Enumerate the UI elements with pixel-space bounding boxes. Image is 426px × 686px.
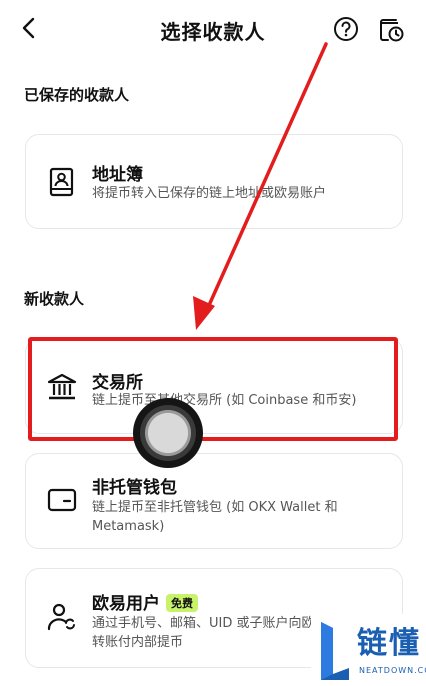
top-nav-bar: 选择收款人 (0, 0, 426, 58)
watermark-text: 链懂 (357, 626, 421, 661)
document-clock-icon[interactable] (377, 15, 405, 43)
address-book-icon (49, 167, 74, 197)
free-badge: 免费 (166, 594, 198, 612)
question-circle-icon[interactable] (333, 16, 359, 42)
address-book-card[interactable]: 地址簿 将提币转入已保存的链上地址或欧易账户 (25, 134, 403, 229)
watermark-logo: 链懂 NEATDOWN.COM (311, 614, 426, 686)
address-book-desc: 将提币转入已保存的链上地址或欧易账户 (92, 186, 327, 201)
okx-user-name: 欧易用户 (92, 594, 160, 614)
touch-indicator (133, 398, 203, 468)
watermark-subtext: NEATDOWN.COM (359, 666, 426, 675)
address-book-label: 地址簿 (92, 165, 143, 185)
highlight-box (28, 337, 398, 441)
new-section-title: 新收款人 (24, 290, 85, 308)
wallet-desc: 链上提币至非托管钱包 (如 OKX Wallet 和 Metamask) (92, 500, 338, 534)
wallet-label: 非托管钱包 (92, 478, 177, 498)
wallet-icon (47, 488, 77, 512)
saved-section-title: 已保存的收款人 (24, 86, 130, 104)
user-transfer-icon (47, 603, 75, 631)
neatdown-logo-icon (321, 622, 349, 680)
wallet-card[interactable]: 非托管钱包 链上提币至非托管钱包 (如 OKX Wallet 和 Metamas… (25, 453, 403, 549)
page-title: 选择收款人 (160, 20, 266, 44)
okx-user-label: 欧易用户 免费 (92, 589, 198, 614)
